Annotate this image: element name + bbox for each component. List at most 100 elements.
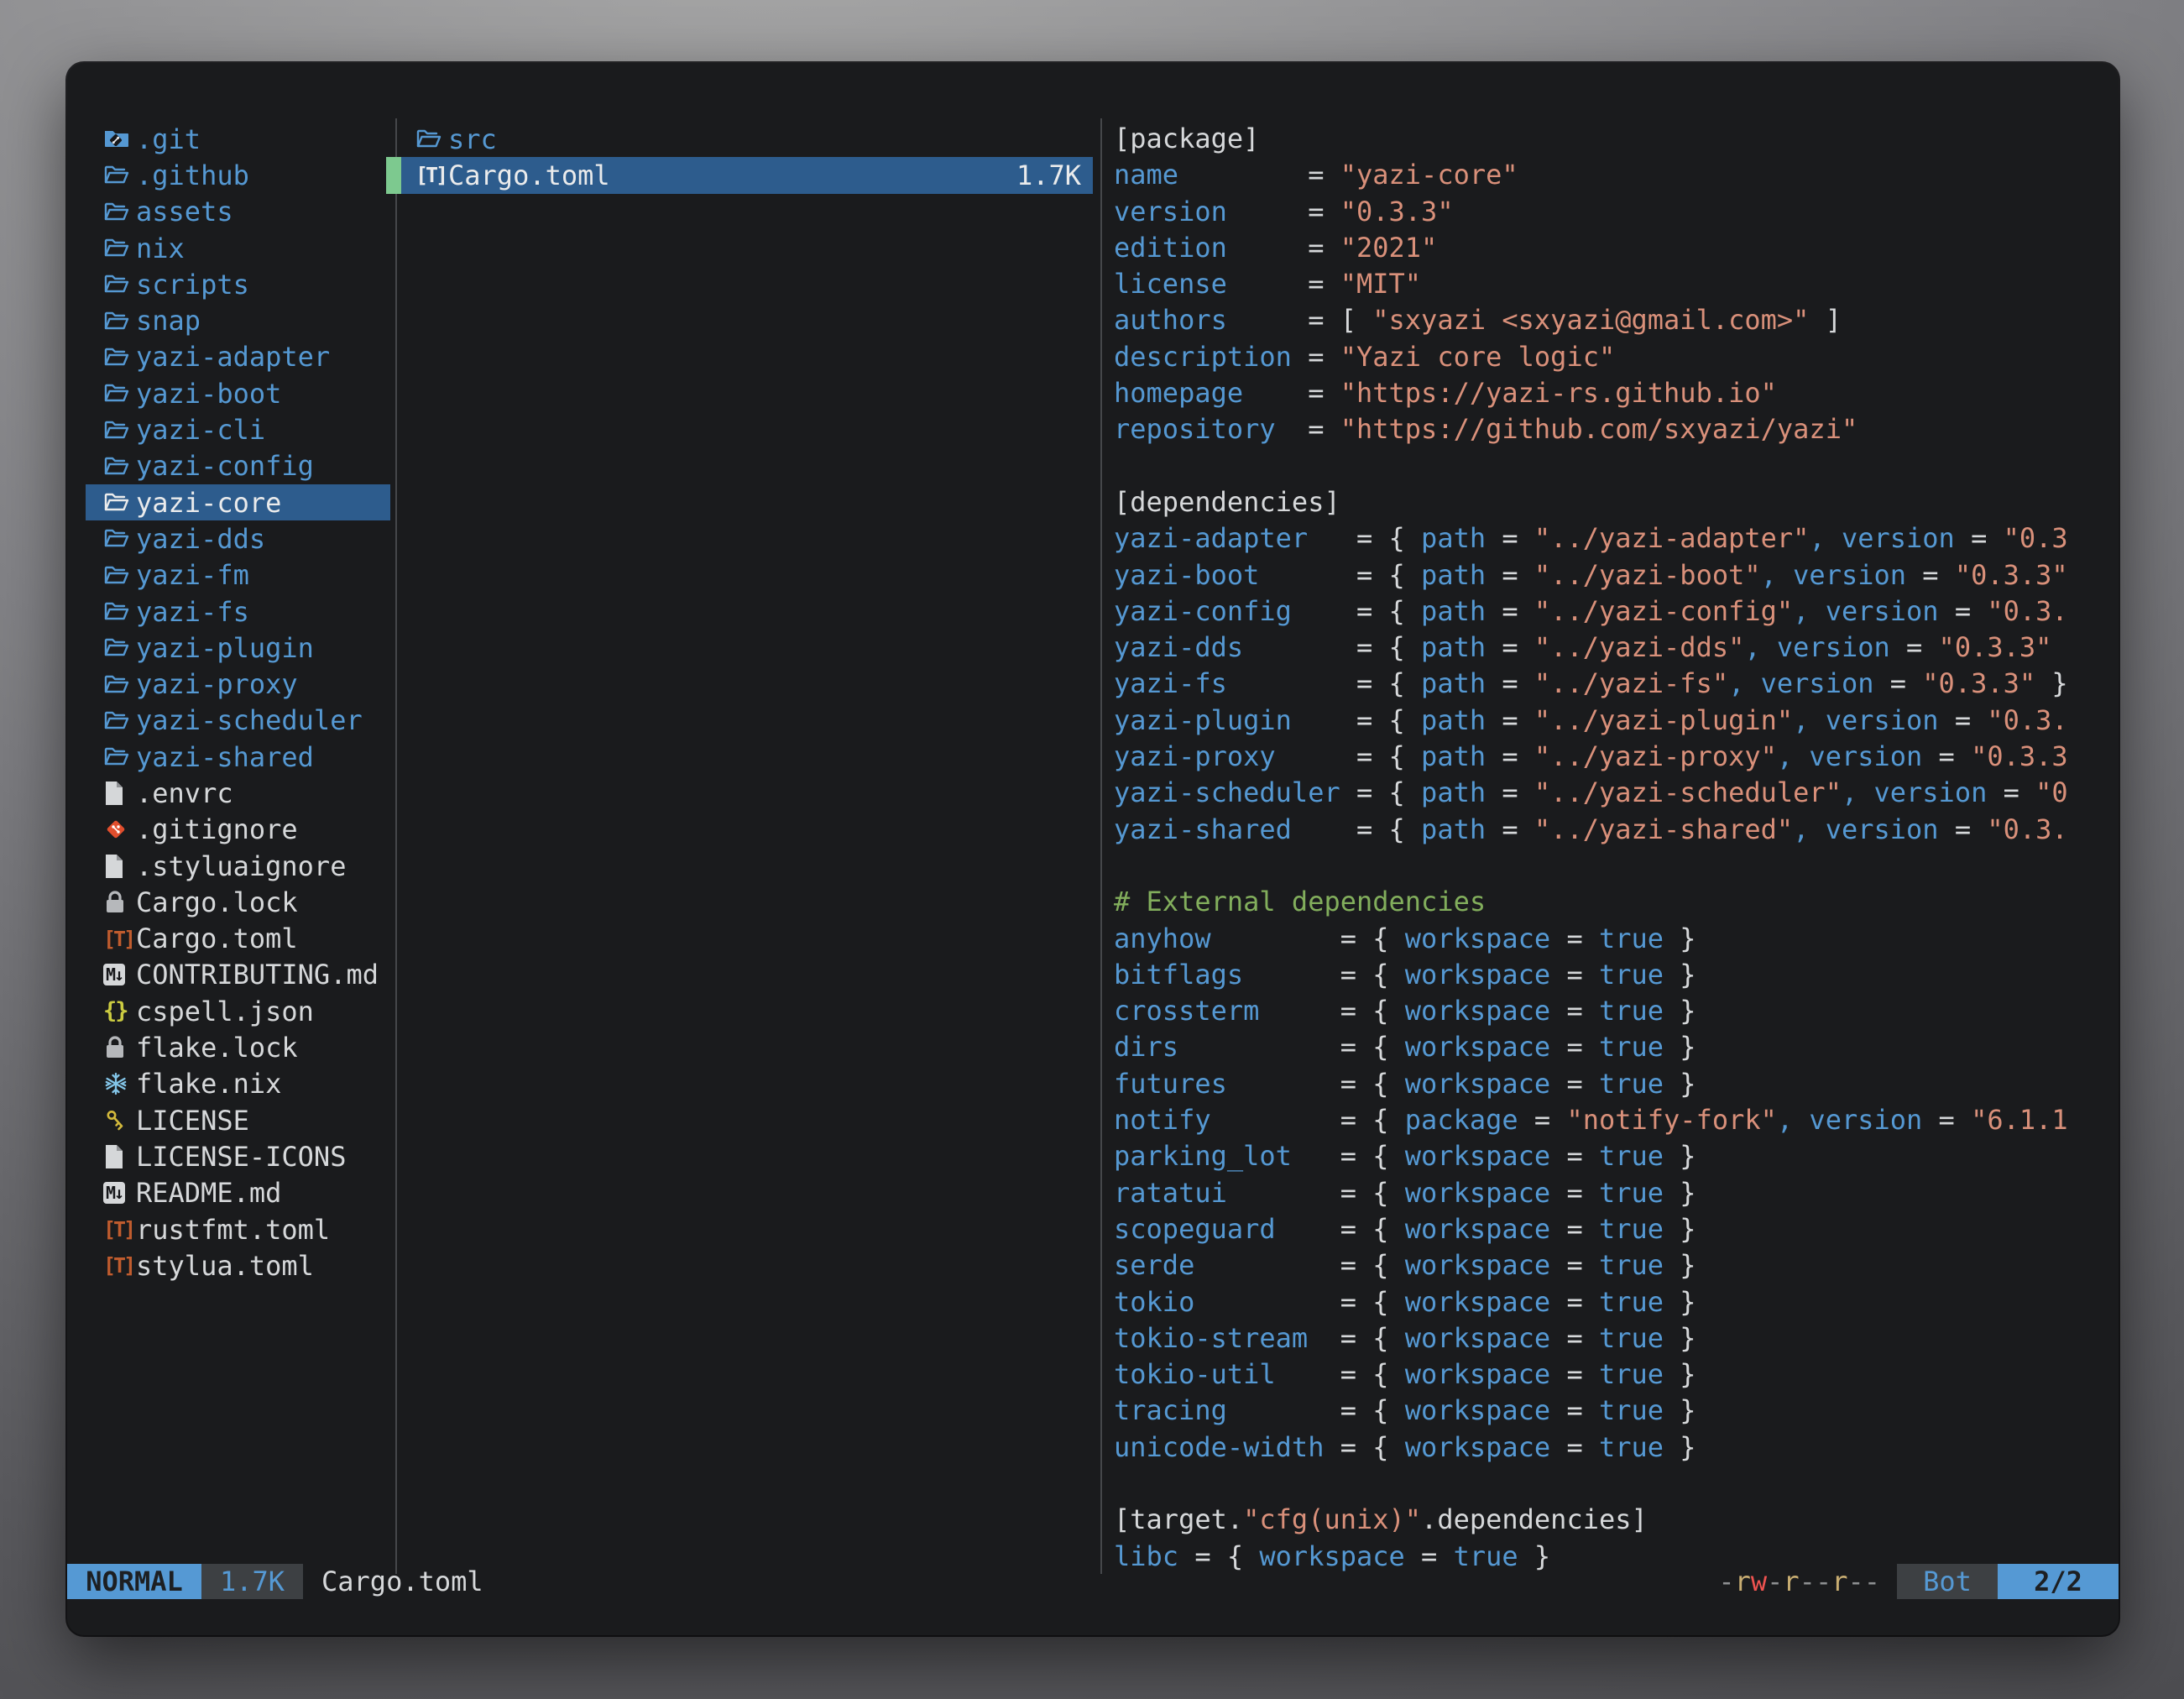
preview-line: scopeguard = { workspace = true } — [1114, 1211, 2075, 1247]
file-row-README.md[interactable]: M↓README.md — [86, 1175, 390, 1211]
snowflake-icon — [103, 1071, 136, 1096]
folder-row-yazi-config[interactable]: yazi-config — [86, 448, 390, 484]
file-label: .gitignore — [136, 813, 298, 845]
preview-line: yazi-dds = { path = "../yazi-dds", versi… — [1114, 630, 2075, 666]
status-bar: NORMAL 1.7K Cargo.toml -rw-r--r-- Bot 2/… — [67, 1564, 2119, 1599]
file-label: flake.lock — [136, 1032, 298, 1064]
preview-line: tokio = { workspace = true } — [1114, 1284, 2075, 1320]
folder-row-.git[interactable]: .git — [86, 121, 390, 157]
json-icon: {} — [103, 998, 136, 1024]
yazi-file-manager-window: .git.githubassetsnixscriptssnapyazi-adap… — [67, 63, 2119, 1635]
folder-row-yazi-fm[interactable]: yazi-fm — [86, 557, 390, 593]
folder-row-src[interactable]: src — [401, 121, 1093, 157]
preview-line: name = "yazi-core" — [1114, 157, 2075, 193]
preview-line — [1114, 448, 2075, 484]
preview-line: yazi-plugin = { path = "../yazi-plugin",… — [1114, 703, 2075, 739]
folder-row-yazi-plugin[interactable]: yazi-plugin — [86, 630, 390, 666]
file-row-stylua.toml[interactable]: [T]stylua.toml — [86, 1247, 390, 1283]
file-label: stylua.toml — [136, 1250, 314, 1282]
folder-row-yazi-boot[interactable]: yazi-boot — [86, 375, 390, 411]
preview-line: yazi-scheduler = { path = "../yazi-sched… — [1114, 775, 2075, 811]
file-label: yazi-adapter — [136, 341, 330, 373]
file-label: .git — [136, 123, 201, 155]
preview-line: authors = [ "sxyazi <sxyazi@gmail.com>" … — [1114, 302, 2075, 338]
file-icon — [103, 1144, 136, 1169]
folder-icon — [103, 600, 136, 623]
file-label: .envrc — [136, 777, 233, 809]
file-counter-badge: 2/2 — [1998, 1564, 2119, 1599]
git-diamond-icon — [103, 817, 136, 842]
file-row-.envrc[interactable]: .envrc — [86, 775, 390, 811]
folder-row-snap[interactable]: snap — [86, 302, 390, 338]
folder-row-assets[interactable]: assets — [86, 194, 390, 230]
preview-line: unicode-width = { workspace = true } — [1114, 1430, 2075, 1466]
folder-icon — [103, 382, 136, 405]
preview-line: # External dependencies — [1114, 884, 2075, 920]
file-label: LICENSE-ICONS — [136, 1141, 346, 1173]
file-row-flake.lock[interactable]: flake.lock — [86, 1029, 390, 1065]
folder-icon — [103, 164, 136, 186]
file-label: yazi-scheduler — [136, 704, 363, 736]
folder-row-.github[interactable]: .github — [86, 157, 390, 193]
file-row-LICENSE[interactable]: LICENSE — [86, 1102, 390, 1138]
folder-row-scripts[interactable]: scripts — [86, 266, 390, 302]
folder-icon — [103, 527, 136, 550]
preview-line: yazi-fs = { path = "../yazi-fs", version… — [1114, 666, 2075, 702]
preview-line: yazi-proxy = { path = "../yazi-proxy", v… — [1114, 739, 2075, 775]
markdown-icon: M↓ — [103, 964, 136, 985]
file-label: CONTRIBUTING.md — [136, 959, 379, 991]
folder-row-yazi-scheduler[interactable]: yazi-scheduler — [86, 703, 390, 739]
status-filename: Cargo.toml — [321, 1564, 483, 1599]
file-row-Cargo.lock[interactable]: Cargo.lock — [86, 884, 390, 920]
folder-icon — [415, 128, 448, 150]
preview-line: crossterm = { workspace = true } — [1114, 993, 2075, 1029]
file-row-.styluaignore[interactable]: .styluaignore — [86, 848, 390, 884]
folder-row-yazi-shared[interactable]: yazi-shared — [86, 739, 390, 775]
file-row-rustfmt.toml[interactable]: [T]rustfmt.toml — [86, 1211, 390, 1247]
folder-row-yazi-proxy[interactable]: yazi-proxy — [86, 666, 390, 702]
folder-icon — [103, 310, 136, 332]
preview-line: [dependencies] — [1114, 484, 2075, 520]
file-label: scripts — [136, 269, 249, 301]
folder-row-yazi-dds[interactable]: yazi-dds — [86, 520, 390, 557]
selection-marker — [386, 157, 401, 193]
file-row-flake.nix[interactable]: flake.nix — [86, 1066, 390, 1102]
preview-line: dirs = { workspace = true } — [1114, 1029, 2075, 1065]
lock-icon — [103, 1035, 136, 1060]
git-folder-icon — [103, 128, 136, 150]
file-row-CONTRIBUTING.md[interactable]: M↓CONTRIBUTING.md — [86, 957, 390, 993]
file-icon — [103, 854, 136, 879]
file-row-Cargo.toml[interactable]: [T]Cargo.toml — [86, 921, 390, 957]
toml-icon: [T] — [415, 163, 448, 187]
folder-icon — [103, 237, 136, 259]
file-preview-pane: [package]name = "yazi-core"version = "0.… — [1114, 121, 2075, 1575]
preview-line: anyhow = { workspace = true } — [1114, 921, 2075, 957]
folder-row-yazi-fs[interactable]: yazi-fs — [86, 593, 390, 630]
file-label: Cargo.toml — [136, 923, 298, 954]
folder-row-yazi-cli[interactable]: yazi-cli — [86, 411, 390, 447]
file-label: rustfmt.toml — [136, 1214, 330, 1246]
pane-divider — [395, 118, 397, 1574]
folder-row-yazi-core[interactable]: yazi-core — [86, 484, 390, 520]
preview-line: [target."cfg(unix)".dependencies] — [1114, 1502, 2075, 1538]
preview-line: yazi-boot = { path = "../yazi-boot", ver… — [1114, 557, 2075, 593]
folder-row-nix[interactable]: nix — [86, 230, 390, 266]
file-row-cspell.json[interactable]: {}cspell.json — [86, 993, 390, 1029]
file-row-.gitignore[interactable]: .gitignore — [86, 812, 390, 848]
file-label: README.md — [136, 1177, 281, 1209]
file-row-Cargo.toml[interactable]: [T]Cargo.toml1.7K — [401, 157, 1093, 193]
file-label: Cargo.toml — [448, 159, 610, 191]
preview-line: notify = { package = "notify-fork", vers… — [1114, 1102, 2075, 1138]
file-label: src — [448, 123, 497, 155]
folder-icon — [103, 273, 136, 295]
file-row-LICENSE-ICONS[interactable]: LICENSE-ICONS — [86, 1138, 390, 1174]
preview-line — [1114, 1466, 2075, 1502]
toml-icon: [T] — [103, 1217, 136, 1242]
preview-line: [package] — [1114, 121, 2075, 157]
file-label: yazi-dds — [136, 523, 265, 555]
folder-icon — [103, 636, 136, 659]
file-permissions: -rw-r--r-- — [1718, 1564, 1880, 1599]
folder-row-yazi-adapter[interactable]: yazi-adapter — [86, 339, 390, 375]
file-label: assets — [136, 196, 233, 227]
file-label: yazi-core — [136, 487, 281, 519]
